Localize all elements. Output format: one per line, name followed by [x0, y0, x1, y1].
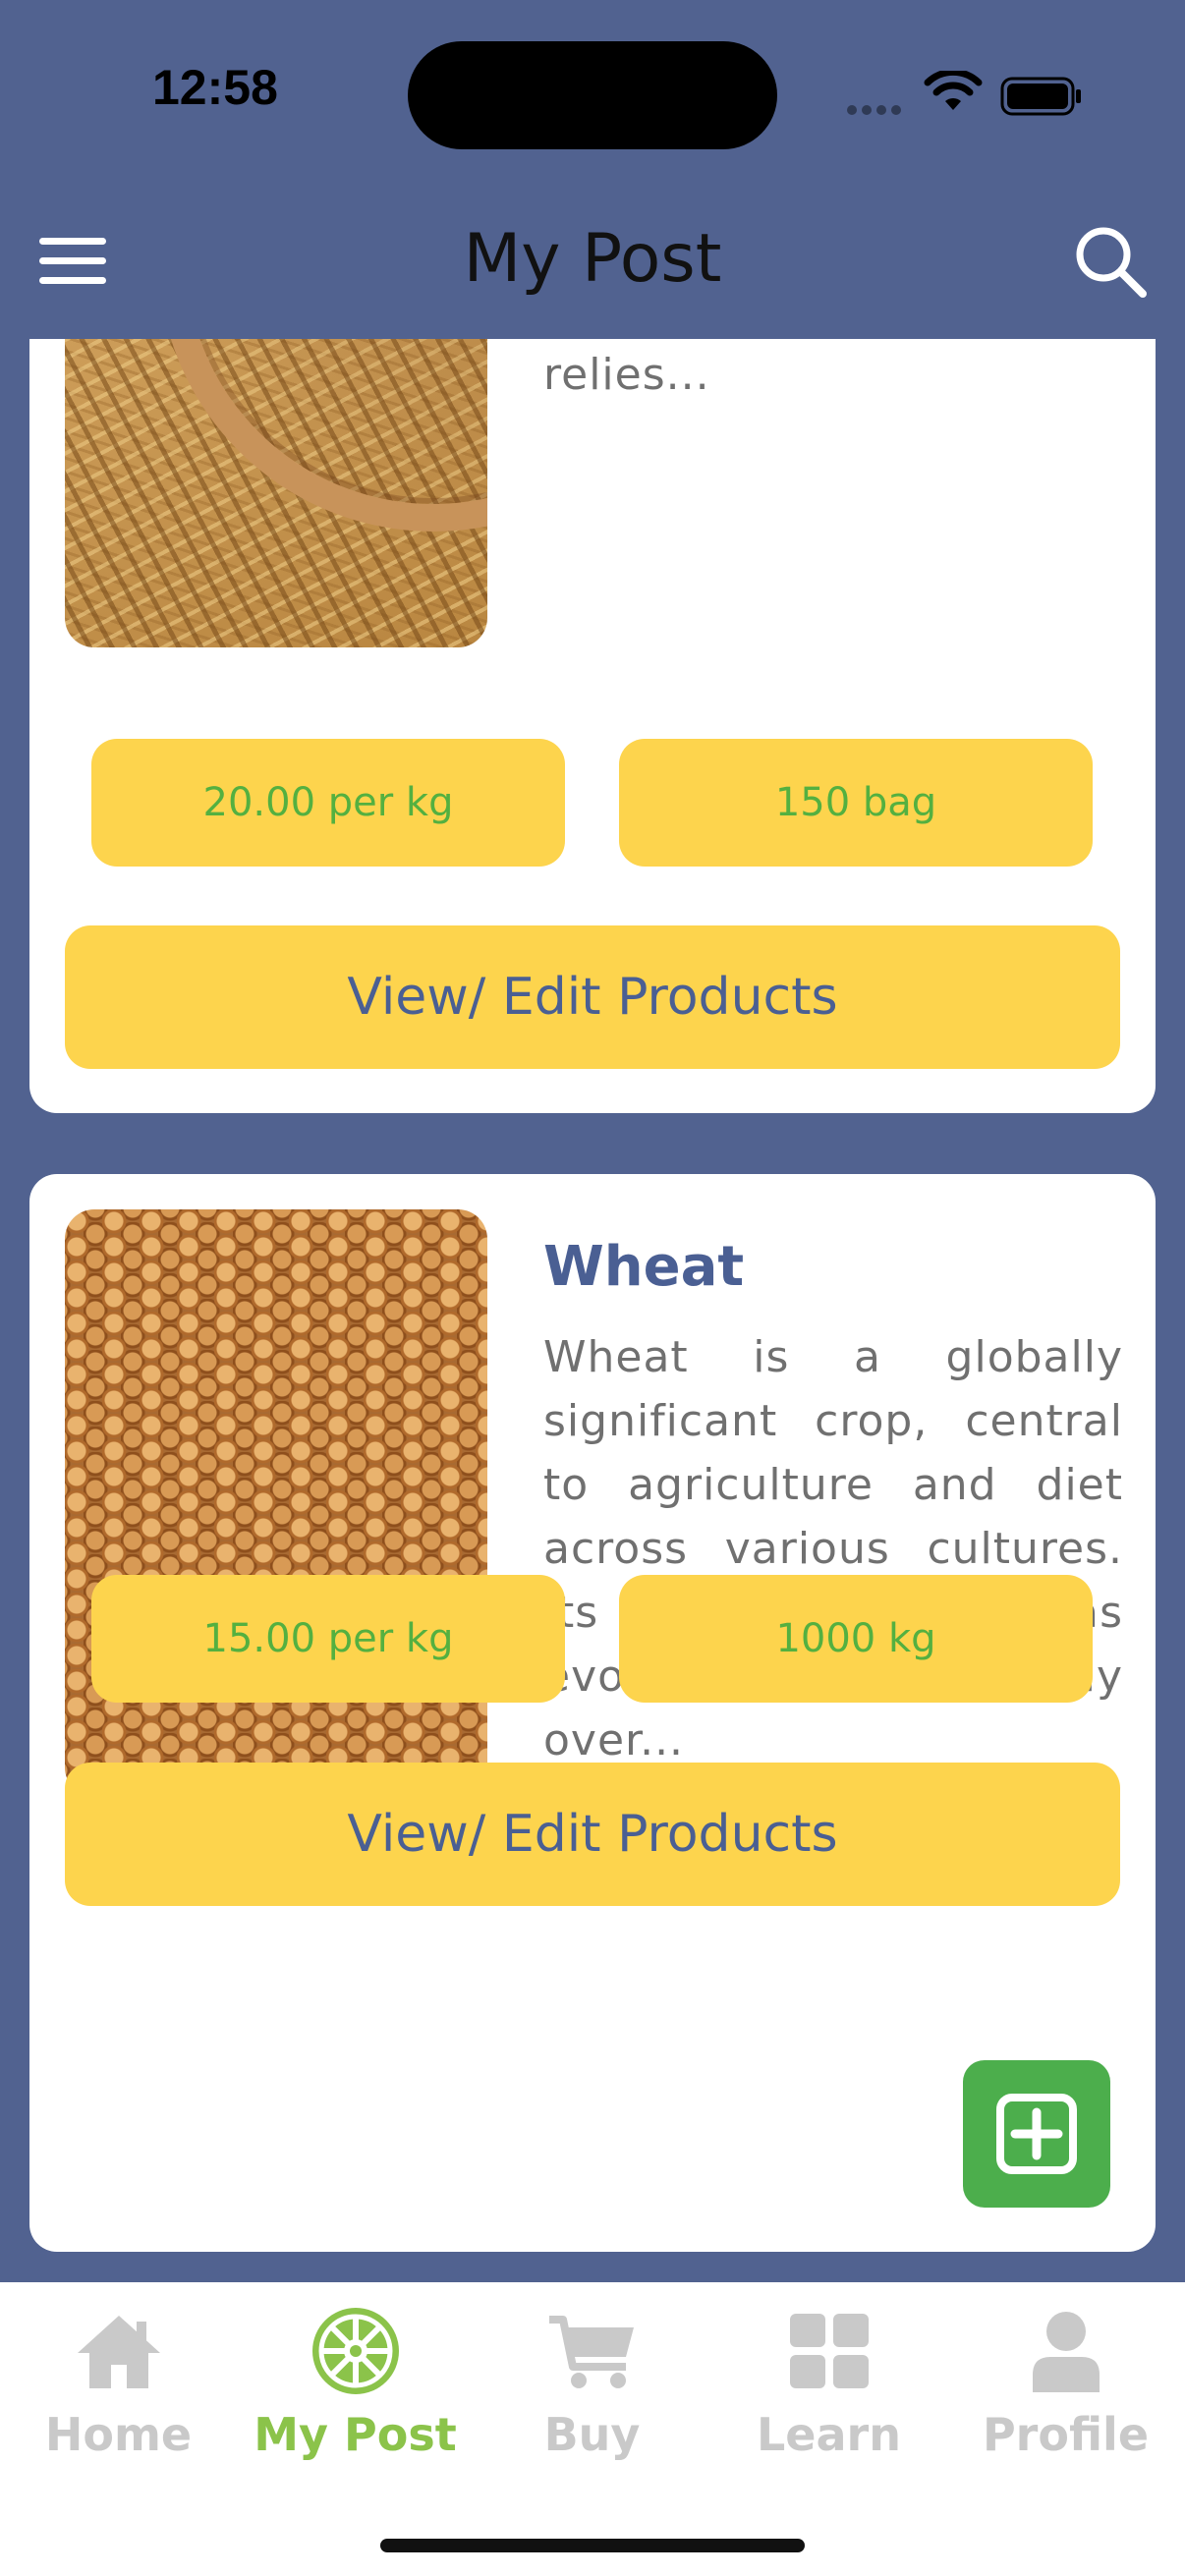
tab-label: My Post [254, 2408, 457, 2461]
bottom-tab-bar: Home My Post Buy Learn Profile [0, 2282, 1185, 2576]
product-list[interactable]: rice paddy, is a level, flooded field us… [0, 339, 1185, 2282]
quantity-badge: 150 bag [619, 739, 1093, 867]
cellular-signal-icon [847, 100, 906, 119]
home-icon [77, 2316, 160, 2388]
tab-learn[interactable]: Learn [710, 2302, 947, 2479]
tab-profile[interactable]: Profile [947, 2302, 1184, 2479]
plus-square-icon [996, 2094, 1077, 2174]
wheat-grains-image [65, 1209, 487, 1797]
rice-grains-image [65, 339, 487, 647]
battery-icon [1000, 77, 1081, 116]
tab-buy[interactable]: Buy [474, 2302, 710, 2479]
wifi-icon [924, 71, 983, 110]
view-edit-products-button[interactable]: View/ Edit Products [65, 925, 1120, 1069]
status-bar: 12:58 [0, 0, 1185, 196]
add-product-button[interactable] [963, 2060, 1110, 2208]
page-title: My Post [463, 220, 722, 298]
price-badge: 15.00 per kg [91, 1575, 565, 1703]
cart-icon [548, 2316, 634, 2388]
search-icon[interactable] [1071, 222, 1150, 301]
price-badge: 20.00 per kg [91, 739, 565, 867]
galactic-emblem-icon [311, 2308, 399, 2394]
dynamic-island [408, 41, 777, 149]
grid-icon [789, 2314, 869, 2388]
wooden-bowl [158, 339, 487, 532]
tab-my-post[interactable]: My Post [237, 2302, 474, 2479]
tab-label: Home [44, 2408, 193, 2461]
product-description: Wheat is a globally significant crop, ce… [543, 1332, 1123, 1765]
product-card: rice paddy, is a level, flooded field us… [29, 339, 1156, 1113]
view-edit-products-button[interactable]: View/ Edit Products [65, 1763, 1120, 1906]
person-icon [1032, 2312, 1100, 2392]
product-description: rice paddy, is a level, flooded field us… [543, 350, 710, 400]
status-time: 12:58 [152, 60, 278, 115]
tab-home[interactable]: Home [0, 2302, 237, 2479]
tab-label: Buy [543, 2408, 641, 2461]
product-info: rice paddy, is a level, flooded field us… [543, 339, 1123, 407]
tab-label: Learn [757, 2408, 901, 2461]
product-name: Wheat [543, 1235, 745, 1299]
home-indicator [380, 2539, 805, 2552]
quantity-badge: 1000 kg [619, 1575, 1093, 1703]
tab-label: Profile [982, 2408, 1150, 2461]
